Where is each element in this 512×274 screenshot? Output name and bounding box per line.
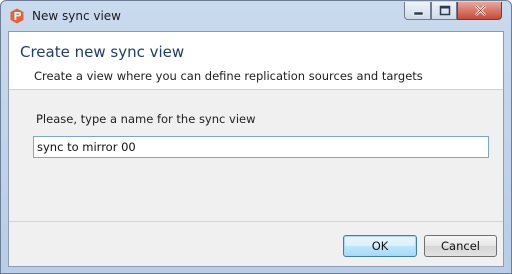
maximize-button[interactable]	[431, 2, 457, 20]
cancel-button[interactable]: Cancel	[424, 235, 497, 257]
header-title: Create new sync view	[20, 43, 185, 61]
sync-view-name-input[interactable]	[33, 136, 489, 158]
name-field-label: Please, type a name for the sync view	[36, 112, 256, 126]
minimize-icon	[413, 11, 424, 16]
dialog-header: Create new sync view Create a view where…	[9, 32, 503, 90]
title-bar[interactable]: New sync view	[1, 1, 511, 31]
footer-divider	[9, 221, 503, 222]
close-button[interactable]	[457, 2, 502, 20]
maximize-icon	[439, 5, 451, 16]
window-title: New sync view	[32, 9, 121, 23]
dialog-window: New sync view Create new sync view Creat…	[0, 0, 512, 274]
close-icon	[475, 5, 486, 16]
minimize-button[interactable]	[404, 2, 431, 20]
sync-app-icon	[10, 8, 24, 24]
ok-button[interactable]: OK	[343, 235, 417, 257]
dialog-body: Create new sync view Create a view where…	[8, 31, 504, 267]
header-description: Create a view where you can define repli…	[34, 69, 423, 83]
